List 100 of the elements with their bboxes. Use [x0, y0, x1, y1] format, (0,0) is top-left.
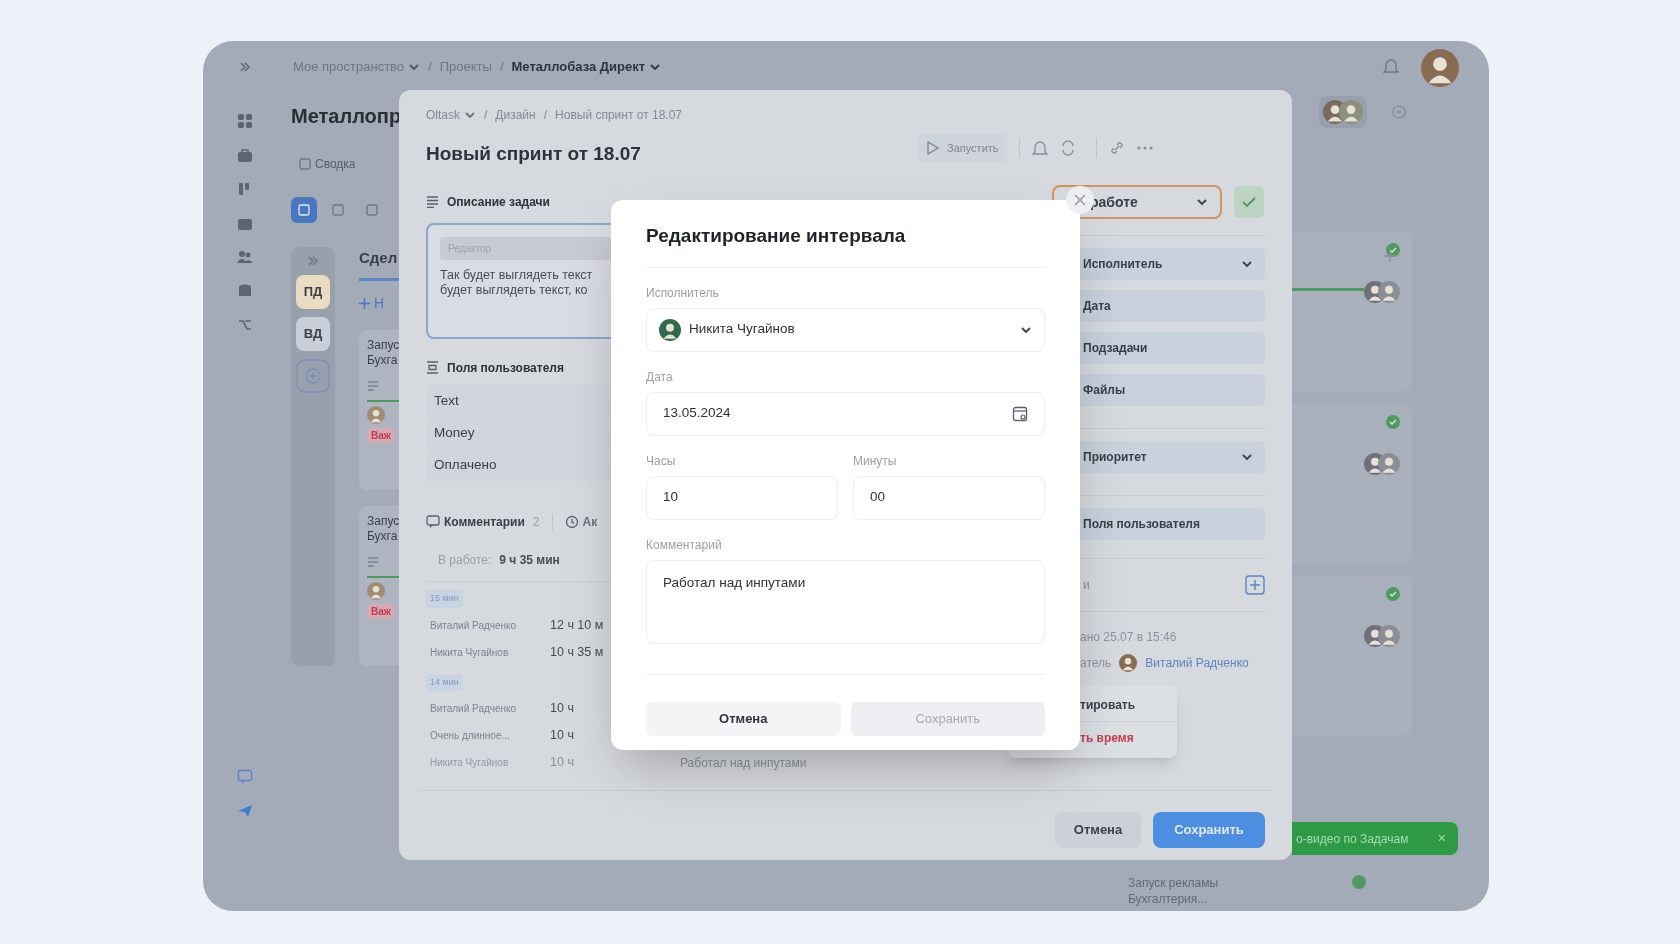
breadcrumb-separator: /: [543, 107, 548, 124]
help-chat-icon[interactable]: [237, 769, 253, 785]
duration-badge: 15 мин: [426, 590, 463, 608]
avatar-icon: [367, 405, 385, 424]
work-value: 9 ч 35 мин: [499, 552, 560, 570]
section-heading: Описание задачи: [447, 193, 550, 211]
layout-icon: [298, 204, 310, 216]
work-label: В работе:: [438, 552, 492, 570]
activity-tab[interactable]: Ак: [564, 513, 598, 532]
avatar-icon: [659, 318, 681, 341]
person-name: Виталий Радченко: [430, 702, 518, 717]
duration-value: 10 ч: [550, 754, 575, 772]
layout-icon: [366, 204, 378, 216]
card-title: Запус Бухга: [367, 513, 399, 544]
field-label: Часы: [646, 452, 677, 470]
interval-comment: Работал над инпутами: [680, 754, 807, 772]
editor-text: Так будет выглядеть текст будет выглядеть текст, ко: [440, 267, 594, 298]
section-heading: Поля пользователя: [447, 359, 564, 377]
chevron-down-icon: [464, 109, 476, 121]
person-name: Очень длинное...: [430, 729, 511, 744]
column-chip[interactable]: ПД: [296, 275, 330, 309]
priority-tag: Важ: [367, 603, 395, 619]
date-field[interactable]: 13.05.2024: [646, 391, 1045, 436]
close-icon: [1073, 193, 1087, 207]
avatar-icon: [1119, 654, 1138, 672]
hours-field[interactable]: 10: [646, 475, 838, 520]
add-column-icon[interactable]: [296, 359, 330, 393]
person-name: Виталий Радченко: [430, 618, 518, 633]
field-label: Минуты: [853, 452, 898, 470]
minutes-field[interactable]: 00: [853, 475, 1045, 520]
field-name: Text: [426, 384, 611, 417]
confirm-check-icon[interactable]: [1234, 186, 1264, 218]
author-label: атель: [1080, 655, 1112, 672]
more-icon[interactable]: [1136, 146, 1153, 150]
card-title: Запус Бухга: [367, 337, 399, 368]
person-name: Никита Чугайнов: [430, 756, 510, 771]
bell-icon[interactable]: [1383, 57, 1399, 75]
avatar-icon: [367, 581, 385, 600]
field-label: Дата: [646, 368, 674, 386]
users-icon[interactable]: [237, 249, 253, 265]
expand-icon: [307, 255, 319, 267]
activity-tab[interactable]: Комментарии 2: [426, 513, 540, 532]
play-icon: [927, 141, 939, 155]
project-title: Металлопр: [291, 104, 402, 129]
person-name: Никита Чугайнов: [430, 645, 510, 660]
layout-icon: [332, 204, 344, 216]
toast-text: о-видео по Задачам: [1296, 830, 1409, 848]
priority-tag: Важ: [367, 427, 395, 443]
duration-value: 10 ч 35 м: [550, 643, 605, 661]
breadcrumb-separator: /: [484, 107, 488, 124]
column-chip[interactable]: ВД: [296, 317, 330, 351]
breadcrumb-link[interactable]: Металлобаза Директ: [511, 57, 662, 77]
description-icon: [426, 195, 439, 208]
avatar-icon: [1378, 625, 1400, 647]
history-icon: [564, 515, 579, 530]
bell-icon[interactable]: [1031, 140, 1048, 156]
field-name: Оплачено: [426, 449, 611, 482]
expand-icon: [239, 61, 251, 73]
plus-icon: [359, 297, 370, 309]
card-title: Запуск рекламы Бухгалтерия...: [1128, 875, 1219, 907]
field-label: Исполнитель: [646, 284, 720, 302]
assignee-select[interactable]: Никита Чугайнов: [646, 307, 1045, 352]
comment-icon: [426, 515, 440, 530]
avatar-icon: [1378, 453, 1400, 475]
sync-icon[interactable]: [1059, 140, 1076, 156]
comment-field[interactable]: Работал над инпутами: [646, 559, 1045, 644]
field-label: Комментарий: [646, 536, 723, 554]
calendar-icon[interactable]: [1012, 405, 1028, 422]
database-icon[interactable]: [237, 283, 253, 299]
duration-value: 12 ч 10 м: [550, 616, 605, 634]
add-icon[interactable]: [1245, 575, 1265, 595]
duration-badge: 14 мин: [426, 673, 463, 692]
cancel-button[interactable]: Отмена: [646, 701, 841, 736]
task-card[interactable]: Запус Бухга Важ: [359, 329, 399, 490]
task-card[interactable]: Запус Бухга Важ: [359, 505, 399, 666]
comment-count: 2: [532, 514, 540, 532]
view-button[interactable]: [291, 197, 317, 223]
task-title: Новый спринт от 18.07: [426, 142, 641, 166]
briefcase-icon[interactable]: [237, 147, 253, 163]
settings-icon[interactable]: [1391, 104, 1407, 120]
avatar-icon: [1339, 100, 1363, 124]
list-icon: [367, 555, 379, 568]
plus-icon[interactable]: [1383, 249, 1397, 263]
breadcrumb-separator: /: [428, 58, 432, 76]
breadcrumb-separator: /: [499, 58, 504, 76]
duration-value: 10 ч: [550, 700, 575, 718]
created-date: ано 25.07 в 15:46: [1079, 629, 1178, 646]
cancel-button[interactable]: Отмена: [1055, 812, 1141, 848]
duration-value: 10 ч: [550, 727, 575, 745]
chevron-down-icon: [1196, 196, 1208, 208]
fields-icon: [426, 361, 439, 374]
branch-icon[interactable]: [237, 317, 253, 333]
link-icon[interactable]: [1108, 140, 1125, 156]
avatar-group[interactable]: [1319, 96, 1367, 128]
send-icon[interactable]: [237, 803, 253, 819]
grid-icon[interactable]: [237, 113, 253, 129]
avatar-icon: [1378, 281, 1400, 303]
list-icon: [367, 379, 379, 392]
section-label: и: [1083, 577, 1090, 594]
chevron-down-icon: [1241, 258, 1253, 270]
